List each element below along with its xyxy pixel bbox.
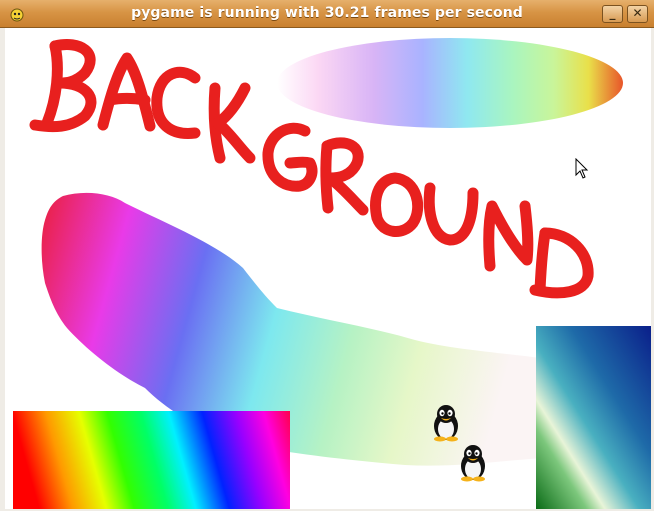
window-title: pygame is running with 30.21 frames per … [131, 5, 523, 21]
minimize-button[interactable]: _ [602, 5, 623, 23]
canvas-drawing [13, 38, 651, 509]
penguin-icon[interactable] [456, 444, 490, 482]
close-icon: ✕ [632, 6, 643, 20]
penguin-icon[interactable] [429, 404, 463, 442]
rainbow-rectangle [13, 411, 290, 509]
pygame-canvas[interactable] [5, 28, 651, 509]
pygame-window: pygame is running with 30.21 frames per … [0, 0, 654, 511]
mouse-pointer-icon [575, 158, 589, 179]
close-button[interactable]: ✕ [627, 5, 648, 23]
minimize-icon: _ [609, 6, 616, 20]
gradient-square [536, 326, 651, 509]
gradient-ellipse [277, 38, 623, 128]
window-titlebar[interactable]: pygame is running with 30.21 frames per … [0, 0, 654, 28]
